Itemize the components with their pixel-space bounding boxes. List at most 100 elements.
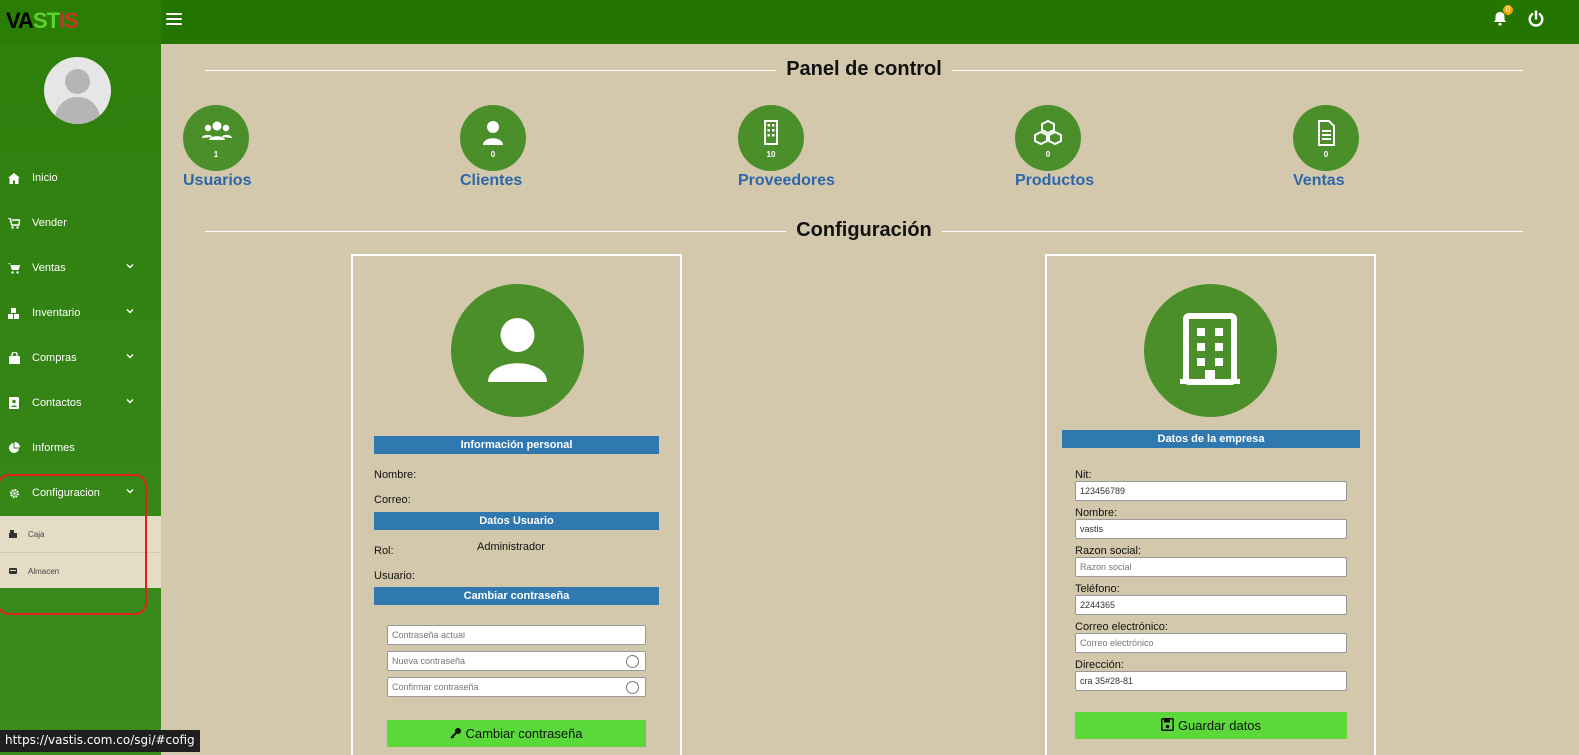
stat-productos[interactable]: 0 Productos (1015, 105, 1175, 190)
sidebar-item-informes[interactable]: Informes (0, 428, 161, 468)
sidebar-item-contactos[interactable]: Contactos (0, 383, 161, 423)
users-icon (202, 121, 232, 140)
sidebar-item-vender[interactable]: Vender (0, 203, 161, 243)
submenu-item-almacen[interactable]: Almacen (0, 553, 161, 589)
cash-register-icon (9, 530, 17, 538)
submenu-item-label: Caja (28, 529, 45, 539)
eye-icon[interactable] (626, 655, 639, 668)
stat-clientes[interactable]: 0 Clientes (460, 105, 620, 190)
sidebar-item-label: Inventario (32, 307, 81, 319)
home-icon (8, 172, 20, 184)
rol-label: Rol: (374, 545, 394, 557)
sidebar-item-configuracion[interactable]: Configuracion (0, 473, 161, 513)
nit-label: Nit: (1075, 469, 1092, 481)
stat-usuarios[interactable]: 1 Usuarios (183, 105, 343, 190)
stat-label: Clientes (460, 172, 523, 189)
stat-count: 0 (1323, 150, 1329, 159)
correo-label: Correo: (374, 494, 411, 506)
section-personal-header: Información personal (374, 436, 659, 454)
user-icon (483, 121, 503, 145)
warehouse-icon (9, 567, 17, 575)
confirm-password-field[interactable]: Confirmar contraseña (387, 677, 646, 697)
stat-count: 0 (490, 150, 496, 159)
telefono-label: Teléfono: (1075, 583, 1120, 595)
usuario-label: Usuario: (374, 570, 415, 582)
stat-count: 10 (766, 150, 776, 159)
save-icon (1160, 718, 1174, 731)
brand-logo[interactable]: VASTIS (6, 8, 79, 34)
stat-ventas[interactable]: 0 Ventas (1293, 105, 1453, 190)
panel-heading: Panel de control (205, 58, 1523, 82)
eye-icon[interactable] (626, 681, 639, 694)
cart-plus-icon (8, 217, 20, 229)
chevron-down-icon (126, 264, 134, 269)
power-icon[interactable] (1527, 10, 1545, 28)
config-heading: Configuración (205, 219, 1523, 243)
shopping-bag-icon (8, 352, 20, 364)
change-password-button[interactable]: Cambiar contraseña (387, 720, 646, 747)
stat-label: Ventas (1293, 172, 1345, 189)
nit-field[interactable]: 123456789 (1075, 481, 1347, 501)
chevron-down-icon (126, 399, 134, 404)
section-password-header: Cambiar contraseña (374, 587, 659, 605)
chevron-down-icon (126, 309, 134, 314)
new-password-placeholder: Nueva contraseña (392, 656, 466, 666)
direccion-label: Dirección: (1075, 659, 1124, 671)
email-field[interactable]: Correo electrónico (1075, 633, 1347, 653)
chevron-down-icon (126, 489, 134, 494)
razon-label: Razon social: (1075, 545, 1142, 557)
sidebar-item-label: Ventas (32, 262, 66, 274)
notification-badge: 0 (1503, 5, 1513, 15)
stat-count: 0 (1045, 150, 1051, 159)
brand-part-1: VA (6, 8, 34, 33)
section-usuario-header: Datos Usuario (374, 512, 659, 530)
config-title: Configuración (786, 219, 942, 241)
cubes-icon (1034, 120, 1062, 146)
menu-toggle-icon[interactable] (166, 13, 182, 27)
page-title: Panel de control (776, 58, 952, 80)
sidebar-item-compras[interactable]: Compras (0, 338, 161, 378)
sidebar-item-label: Informes (32, 442, 75, 454)
save-data-button[interactable]: Guardar datos (1075, 712, 1347, 739)
stat-proveedores[interactable]: 10 Proveedores (738, 105, 898, 190)
telefono-field[interactable]: 2244365 (1075, 595, 1347, 615)
sidebar: Inicio Vender Ventas Inventario Compras … (0, 44, 161, 755)
current-password-field[interactable]: Contraseña actual (387, 625, 646, 645)
stat-label: Productos (1015, 172, 1095, 189)
top-bar: VASTIS 0 (0, 0, 1579, 44)
gear-icon (8, 487, 20, 499)
sidebar-item-ventas[interactable]: Ventas (0, 248, 161, 288)
submenu-item-caja[interactable]: Caja (0, 516, 161, 552)
brand-part-3: IS (59, 8, 79, 33)
sidebar-item-label: Inicio (32, 172, 58, 184)
razon-field[interactable]: Razon social (1075, 557, 1347, 577)
avatar[interactable] (44, 57, 111, 124)
sidebar-item-inicio[interactable]: Inicio (0, 158, 161, 198)
company-name-label: Nombre: (1075, 507, 1118, 519)
company-name-field[interactable]: vastis (1075, 519, 1347, 539)
new-password-field[interactable]: Nueva contraseña (387, 651, 646, 671)
file-invoice-icon (1318, 120, 1335, 146)
status-bar-url: https://vastis.com.co/sgi/#cofig (0, 730, 200, 752)
stat-label: Usuarios (183, 172, 252, 189)
cart-icon (8, 262, 20, 274)
rol-value: Administrador (477, 541, 545, 553)
company-card: Datos de la empresa Nit: 123456789 Nombr… (1045, 254, 1376, 755)
company-avatar-circle (1144, 284, 1277, 417)
change-password-label: Cambiar contraseña (465, 726, 583, 741)
address-book-icon (8, 397, 20, 409)
boxes-icon (8, 307, 20, 319)
building-icon (764, 120, 778, 145)
email-label: Correo electrónico: (1075, 621, 1168, 633)
sidebar-item-label: Contactos (32, 397, 82, 409)
user-avatar-circle (451, 284, 584, 417)
sidebar-item-label: Vender (32, 217, 67, 229)
pie-chart-icon (8, 442, 20, 454)
save-data-label: Guardar datos (1177, 718, 1262, 733)
user-icon (488, 318, 547, 382)
sidebar-item-label: Configuracion (32, 487, 100, 499)
direccion-field[interactable]: cra 35#28-81 (1075, 671, 1347, 691)
stat-label: Proveedores (738, 172, 835, 189)
sidebar-item-inventario[interactable]: Inventario (0, 293, 161, 333)
building-icon (1180, 313, 1240, 385)
